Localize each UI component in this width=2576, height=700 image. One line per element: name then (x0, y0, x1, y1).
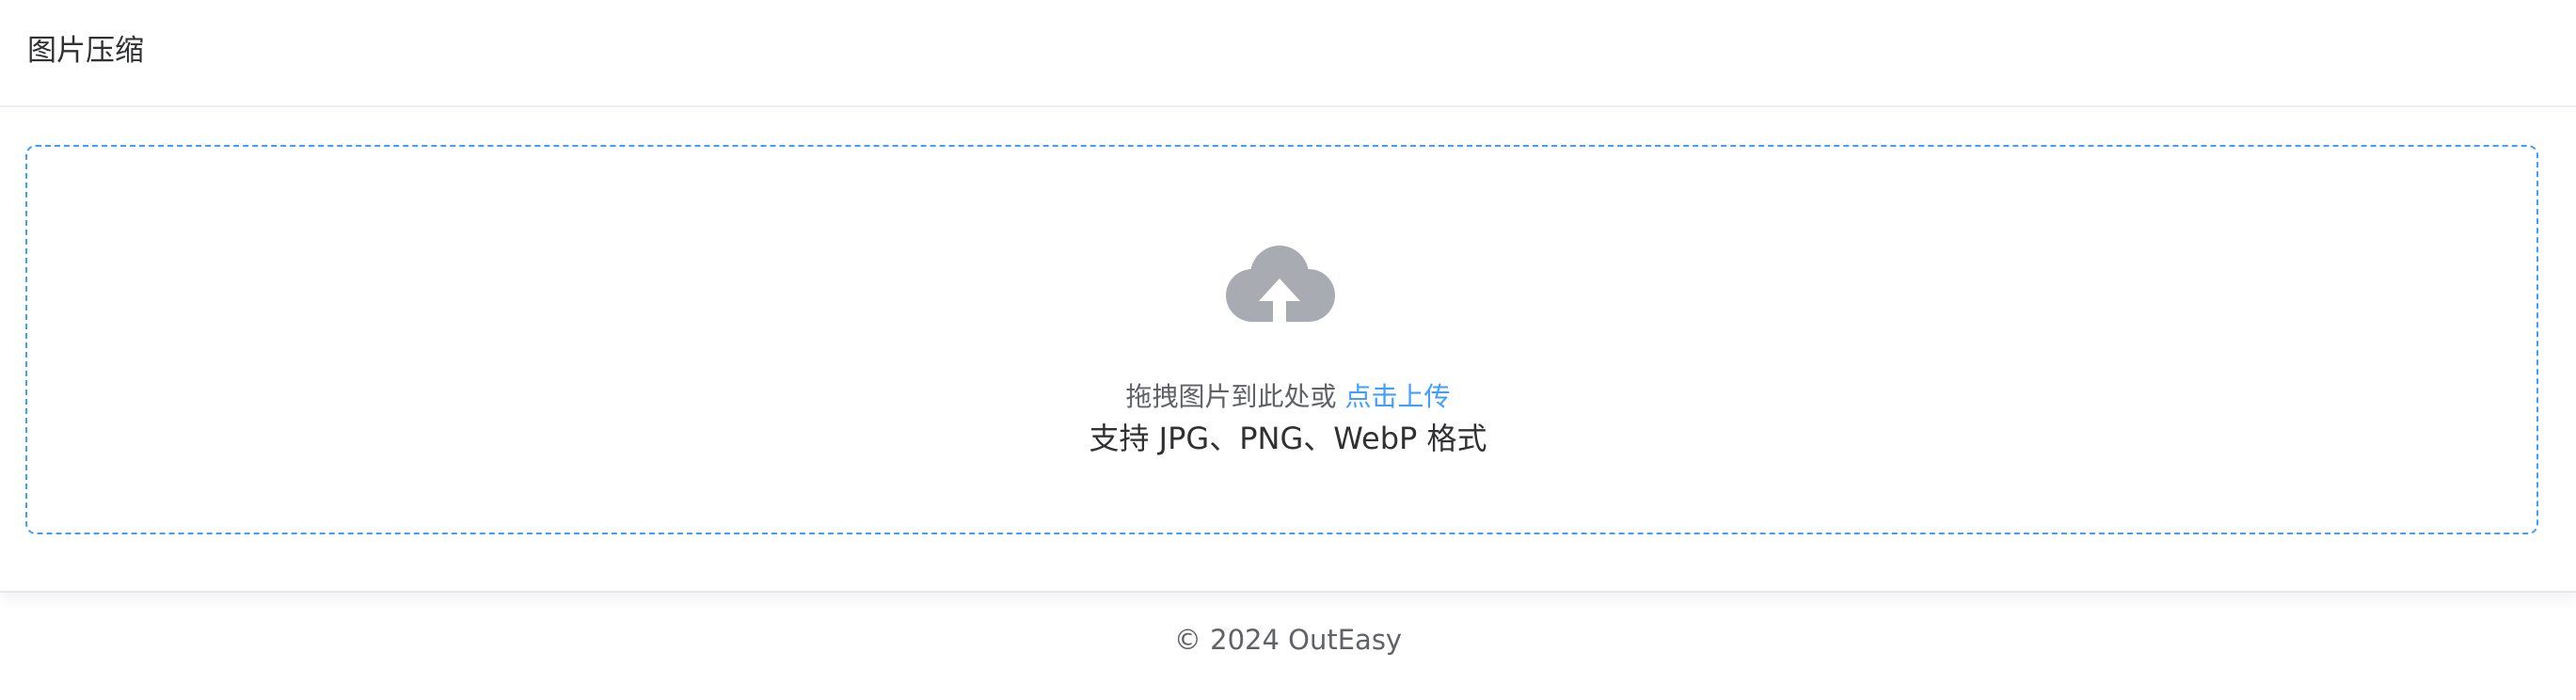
upload-prompt: 拖拽图片到此处或 点击上传 (0, 378, 2576, 416)
click-upload-link[interactable]: 点击上传 (1344, 381, 1450, 412)
cloud-upload-icon[interactable] (1224, 241, 1337, 331)
footer-copyright: © 2024 OutEasy (1173, 624, 1403, 656)
supported-formats-text: 支持 JPG、PNG、WebP 格式 (1089, 421, 1487, 456)
upload-dropzone[interactable] (25, 145, 2538, 534)
drag-hint-text: 拖拽图片到此处或 (1125, 381, 1337, 412)
card-header: 图片压缩 (0, 0, 2576, 107)
page-title: 图片压缩 (27, 34, 144, 68)
